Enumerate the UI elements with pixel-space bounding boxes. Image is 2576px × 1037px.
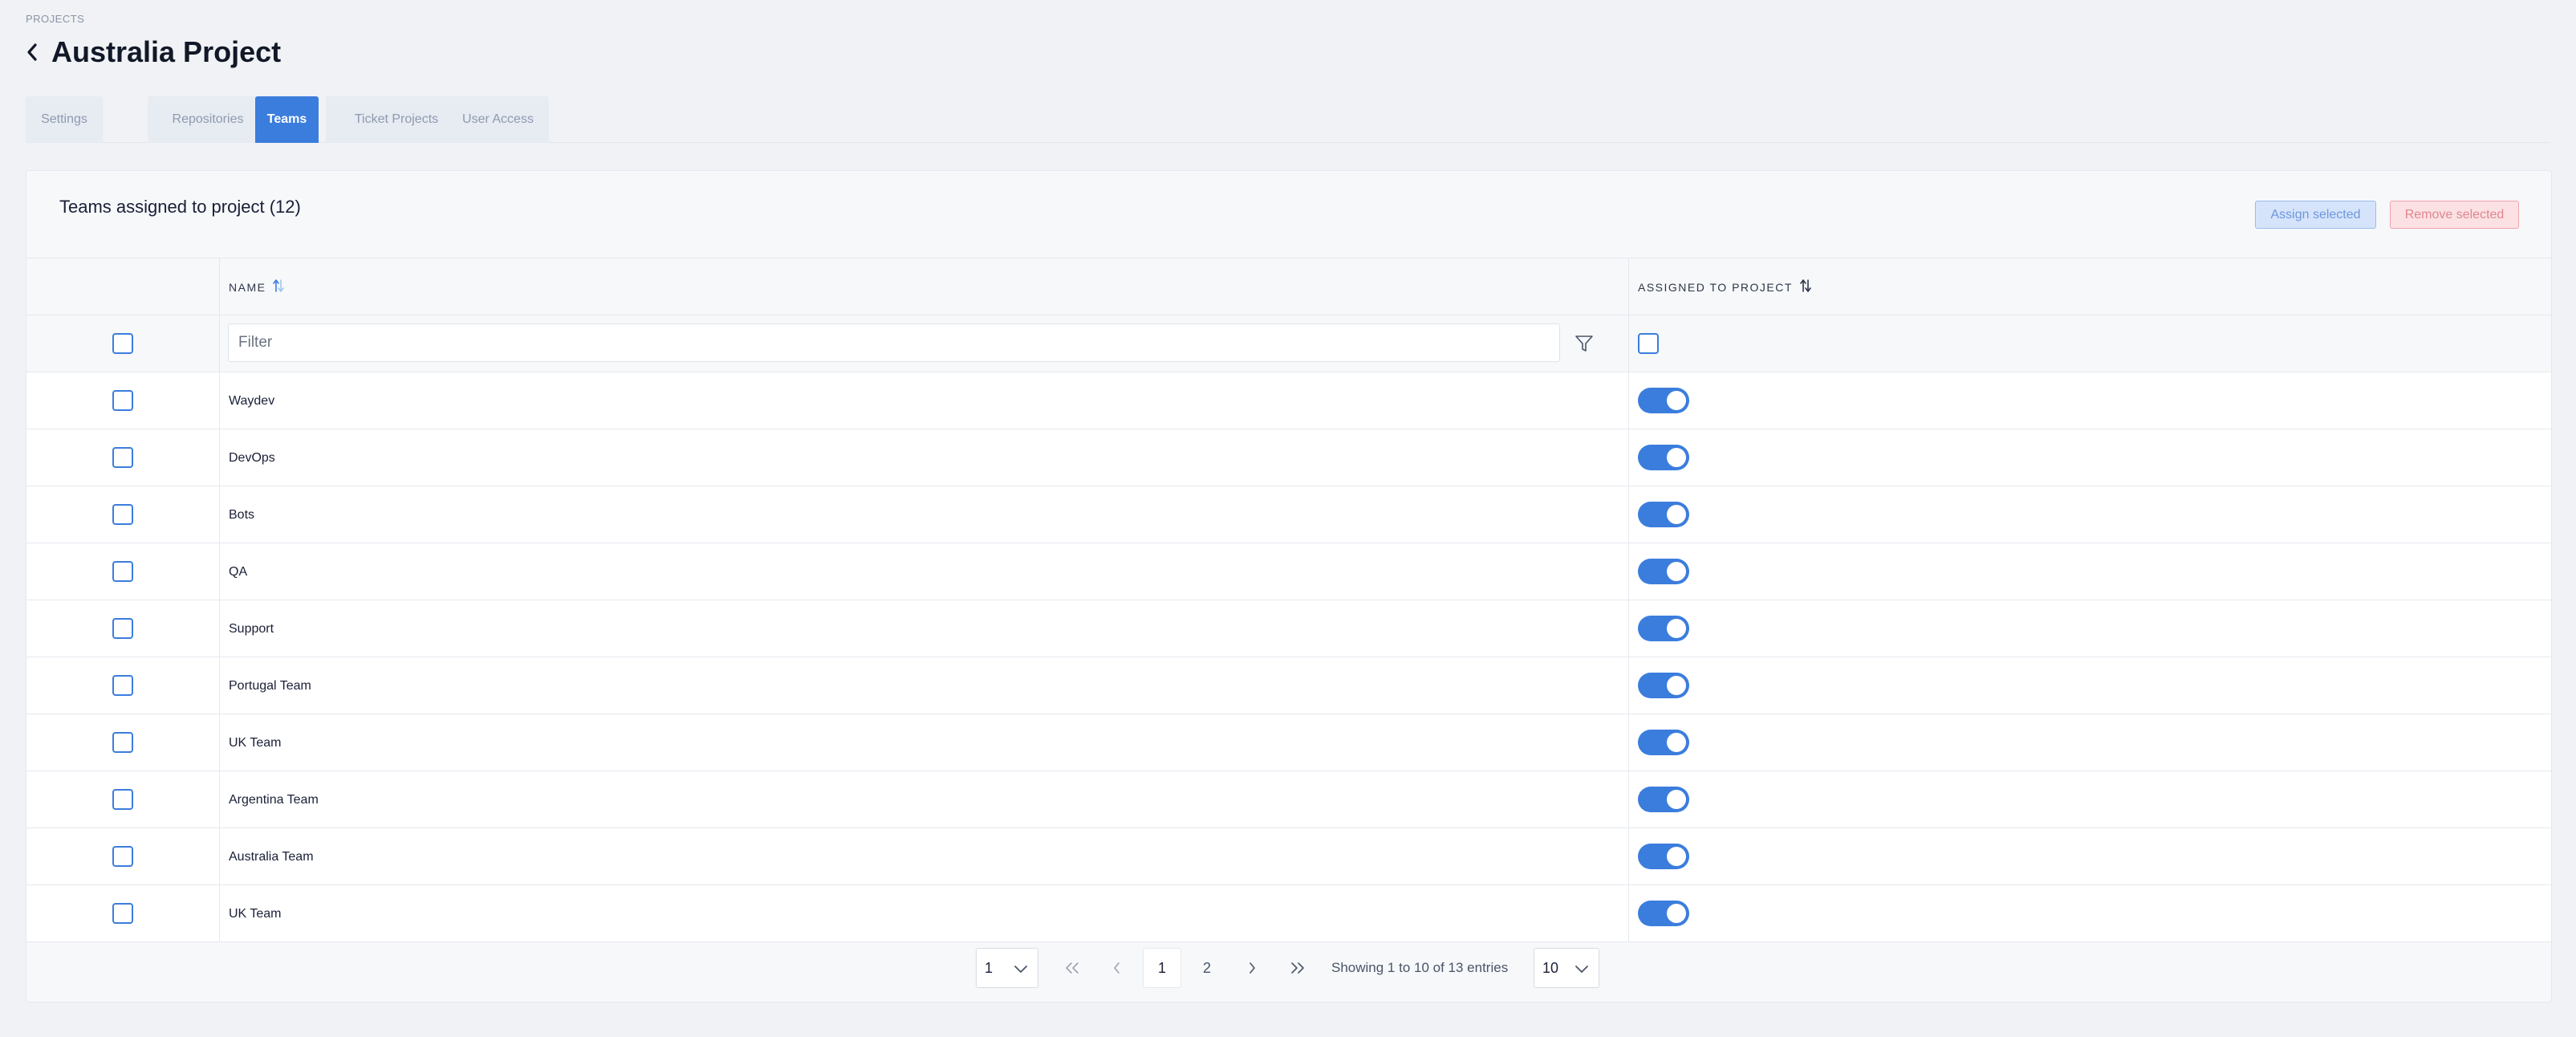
first-page-button[interactable] bbox=[1057, 948, 1089, 988]
row-select-checkbox[interactable] bbox=[112, 675, 133, 696]
table-body: Waydev DevOps Bots QA Support Portugal Team UK… bbox=[26, 372, 2551, 942]
table-row: Argentina Team bbox=[26, 771, 2551, 828]
page-select-value: 1 bbox=[985, 959, 993, 976]
column-header-assigned[interactable]: ASSIGNED TO PROJECT bbox=[1638, 258, 1812, 315]
tab-user-access[interactable]: User Access bbox=[447, 96, 549, 143]
filter-icon[interactable] bbox=[1574, 333, 1595, 354]
team-name: Australia Team bbox=[229, 849, 314, 864]
table-row: DevOps bbox=[26, 429, 2551, 486]
teams-card: Teams assigned to project (12) Assign se… bbox=[26, 170, 2552, 1002]
table-header-row: NAME ASSIGNED TO PROJECT bbox=[26, 258, 2551, 315]
tab-repositories[interactable]: Repositories bbox=[148, 96, 268, 143]
toggle-knob bbox=[1667, 391, 1686, 410]
team-name: UK Team bbox=[229, 906, 282, 921]
column-header-assigned-label: ASSIGNED TO PROJECT bbox=[1638, 280, 1793, 294]
row-select-checkbox[interactable] bbox=[112, 618, 133, 639]
row-select-checkbox[interactable] bbox=[112, 789, 133, 810]
double-chevron-right-icon bbox=[1291, 962, 1304, 974]
table-row: UK Team bbox=[26, 714, 2551, 771]
table-row: Waydev bbox=[26, 372, 2551, 429]
table-row: Bots bbox=[26, 486, 2551, 543]
page-size-value: 10 bbox=[1542, 959, 1559, 976]
toggle-knob bbox=[1667, 847, 1686, 866]
column-header-name-label: NAME bbox=[229, 280, 266, 294]
sort-icon[interactable] bbox=[1799, 279, 1812, 295]
team-name: UK Team bbox=[229, 735, 282, 750]
assigned-toggle[interactable] bbox=[1638, 388, 1689, 413]
row-select-checkbox[interactable] bbox=[112, 846, 133, 867]
teams-table: NAME ASSIGNED TO PROJECT Filter Waydev D… bbox=[26, 258, 2551, 942]
chevron-right-icon bbox=[1249, 962, 1255, 974]
assigned-toggle[interactable] bbox=[1638, 502, 1689, 527]
assign-selected-button[interactable]: Assign selected bbox=[2255, 201, 2376, 229]
remove-selected-button[interactable]: Remove selected bbox=[2390, 201, 2519, 229]
team-name: DevOps bbox=[229, 450, 275, 465]
assigned-toggle[interactable] bbox=[1638, 844, 1689, 869]
chevron-down-icon bbox=[1575, 966, 1588, 973]
name-filter-input[interactable] bbox=[228, 323, 1560, 362]
toggle-knob bbox=[1667, 619, 1686, 638]
prev-page-button[interactable] bbox=[1101, 948, 1133, 988]
toggle-knob bbox=[1667, 676, 1686, 695]
table-row: QA bbox=[26, 543, 2551, 600]
page-button-1[interactable]: 1 bbox=[1143, 948, 1181, 988]
chevron-left-icon bbox=[1114, 962, 1119, 974]
table-row: Support bbox=[26, 600, 2551, 657]
row-select-checkbox[interactable] bbox=[112, 732, 133, 753]
assigned-filter-checkbox[interactable] bbox=[1638, 333, 1659, 354]
page-title: Australia Project bbox=[51, 35, 282, 68]
row-select-checkbox[interactable] bbox=[112, 903, 133, 924]
toggle-knob bbox=[1667, 505, 1686, 524]
table-row: Australia Team bbox=[26, 828, 2551, 885]
toggle-knob bbox=[1667, 562, 1686, 581]
tab-settings[interactable]: Settings bbox=[26, 96, 103, 143]
back-chevron-icon[interactable] bbox=[26, 36, 43, 68]
page-select[interactable]: 1 bbox=[976, 948, 1038, 988]
toggle-knob bbox=[1667, 733, 1686, 752]
title-row: Australia Project bbox=[26, 35, 281, 69]
table-filter-row bbox=[26, 315, 2551, 372]
column-header-name[interactable]: NAME bbox=[229, 258, 285, 315]
breadcrumb[interactable]: PROJECTS bbox=[26, 13, 84, 25]
row-select-checkbox[interactable] bbox=[112, 447, 133, 468]
row-select-checkbox[interactable] bbox=[112, 390, 133, 411]
assigned-toggle[interactable] bbox=[1638, 616, 1689, 641]
next-page-button[interactable] bbox=[1236, 948, 1268, 988]
team-name: Bots bbox=[229, 507, 255, 522]
tab-bar: Settings Repositories Teams Ticket Proje… bbox=[26, 96, 2550, 143]
assigned-toggle[interactable] bbox=[1638, 730, 1689, 755]
team-name: Support bbox=[229, 621, 274, 636]
page-button-2[interactable]: 2 bbox=[1191, 948, 1223, 988]
team-name: Portugal Team bbox=[229, 678, 311, 693]
assigned-toggle[interactable] bbox=[1638, 787, 1689, 812]
sort-icon[interactable] bbox=[272, 279, 285, 295]
team-name: Waydev bbox=[229, 393, 275, 408]
table-row: Portugal Team bbox=[26, 657, 2551, 714]
assigned-toggle[interactable] bbox=[1638, 559, 1689, 584]
last-page-button[interactable] bbox=[1281, 948, 1313, 988]
project-page: PROJECTS Australia Project Settings Repo… bbox=[0, 0, 2576, 1037]
table-row: UK Team bbox=[26, 885, 2551, 942]
card-title: Teams assigned to project (12) bbox=[59, 197, 301, 217]
assigned-toggle[interactable] bbox=[1638, 445, 1689, 470]
toggle-knob bbox=[1667, 790, 1686, 809]
assigned-toggle[interactable] bbox=[1638, 901, 1689, 926]
tab-ticket-projects[interactable]: Ticket Projects bbox=[326, 96, 467, 143]
pagination-info: Showing 1 to 10 of 13 entries bbox=[1331, 960, 1509, 975]
team-name: QA bbox=[229, 564, 248, 579]
row-select-checkbox[interactable] bbox=[112, 504, 133, 525]
toggle-knob bbox=[1667, 904, 1686, 923]
tab-teams[interactable]: Teams bbox=[255, 96, 319, 143]
assigned-toggle[interactable] bbox=[1638, 673, 1689, 698]
double-chevron-left-icon bbox=[1066, 962, 1079, 974]
team-name: Argentina Team bbox=[229, 792, 319, 807]
chevron-down-icon bbox=[1014, 966, 1027, 973]
select-all-checkbox[interactable] bbox=[112, 333, 133, 354]
toggle-knob bbox=[1667, 448, 1686, 467]
pagination: 1 1 2 Showing 1 to 10 of 13 entries 10 bbox=[26, 948, 2551, 988]
page-size-select[interactable]: 10 bbox=[1534, 948, 1599, 988]
row-select-checkbox[interactable] bbox=[112, 561, 133, 582]
